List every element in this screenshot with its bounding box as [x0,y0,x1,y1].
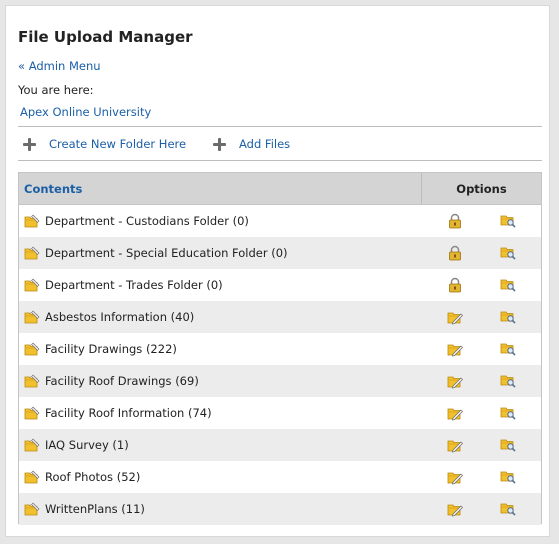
view-folder-icon[interactable] [500,341,516,357]
edit-icon[interactable] [447,341,463,357]
view-folder-icon[interactable] [500,469,516,485]
folder-name-label[interactable]: Facility Roof Information (74) [45,406,212,420]
folder-name-cell: IAQ Survey (1) [19,429,422,461]
folder-name-cell: Department - Custodians Folder (0) [19,205,422,237]
view-folder-icon[interactable] [500,373,516,389]
edit-folder-icon[interactable] [24,438,40,452]
options-column-header: Options [456,181,507,196]
add-files-button[interactable]: Add Files [213,136,290,152]
folder-name-label[interactable]: Roof Photos (52) [45,470,140,484]
table-row: IAQ Survey (1) [19,429,541,461]
table-row: Roof Photos (52) [19,461,541,493]
options-cell [422,493,541,525]
edit-icon[interactable] [447,405,463,421]
view-folder-icon[interactable] [500,277,516,293]
table-row: Department - Custodians Folder (0) [19,205,541,237]
folder-name-cell: Department - Trades Folder (0) [19,269,422,301]
folder-name-label[interactable]: Department - Custodians Folder (0) [45,214,249,228]
edit-folder-icon[interactable] [24,470,40,484]
lock-icon[interactable] [447,213,463,229]
table-row: Facility Roof Drawings (69) [19,365,541,397]
table-header: Contents Options [19,173,541,205]
folder-name-cell: Facility Roof Drawings (69) [19,365,422,397]
divider [18,126,542,127]
page-title: File Upload Manager [18,28,193,46]
table-row: Department - Trades Folder (0) [19,269,541,301]
table-row: Asbestos Information (40) [19,301,541,333]
view-folder-icon[interactable] [500,501,516,517]
options-cell [422,461,541,493]
edit-icon[interactable] [447,373,463,389]
table-row: Department - Special Education Folder (0… [19,237,541,269]
folder-name-cell: Asbestos Information (40) [19,301,422,333]
options-cell [422,237,541,269]
options-cell [422,269,541,301]
divider [18,160,542,161]
you-are-here-label: You are here: [18,83,94,97]
folder-name-cell: Roof Photos (52) [19,461,422,493]
add-files-label: Add Files [239,137,291,151]
edit-icon[interactable] [447,469,463,485]
edit-folder-icon[interactable] [24,278,40,292]
plus-icon [23,137,36,151]
lock-icon[interactable] [447,245,463,261]
create-folder-button[interactable]: Create New Folder Here [23,136,186,152]
folder-name-label[interactable]: Asbestos Information (40) [45,310,194,324]
edit-folder-icon[interactable] [24,342,40,356]
table-row: WrittenPlans (11) [19,493,541,525]
edit-folder-icon[interactable] [24,214,40,228]
options-cell [422,429,541,461]
view-folder-icon[interactable] [500,213,516,229]
folder-name-label[interactable]: Department - Special Education Folder (0… [45,246,288,260]
edit-folder-icon[interactable] [24,502,40,516]
view-folder-icon[interactable] [500,309,516,325]
create-folder-label: Create New Folder Here [49,137,187,151]
file-upload-panel: File Upload Manager « Admin Menu You are… [5,5,550,537]
edit-folder-icon[interactable] [24,406,40,420]
edit-icon[interactable] [447,501,463,517]
view-folder-icon[interactable] [500,437,516,453]
edit-folder-icon[interactable] [24,374,40,388]
view-folder-icon[interactable] [500,245,516,261]
view-folder-icon[interactable] [500,405,516,421]
contents-table: Contents Options Department - Custodians… [18,172,542,525]
folder-name-cell: WrittenPlans (11) [19,493,422,525]
folder-name-cell: Facility Roof Information (74) [19,397,422,429]
options-cell [422,365,541,397]
table-row: Facility Drawings (222) [19,333,541,365]
folder-name-cell: Facility Drawings (222) [19,333,422,365]
table-body: Department - Custodians Folder (0) Depar… [19,205,541,525]
admin-menu-link[interactable]: « Admin Menu [18,59,101,73]
edit-folder-icon[interactable] [24,310,40,324]
folder-name-label[interactable]: Department - Trades Folder (0) [45,278,223,292]
folder-name-cell: Department - Special Education Folder (0… [19,237,422,269]
plus-icon [213,137,226,151]
table-row: Facility Roof Information (74) [19,397,541,429]
lock-icon[interactable] [447,277,463,293]
options-cell [422,301,541,333]
contents-column-header[interactable]: Contents [19,173,422,204]
folder-name-label[interactable]: Facility Roof Drawings (69) [45,374,199,388]
options-cell [422,205,541,237]
breadcrumb-link[interactable]: Apex Online University [20,105,151,119]
options-cell [422,397,541,429]
options-cell [422,333,541,365]
edit-icon[interactable] [447,437,463,453]
folder-name-label[interactable]: Facility Drawings (222) [45,342,177,356]
edit-icon[interactable] [447,309,463,325]
edit-folder-icon[interactable] [24,246,40,260]
folder-name-label[interactable]: WrittenPlans (11) [45,502,145,516]
folder-name-label[interactable]: IAQ Survey (1) [45,438,129,452]
